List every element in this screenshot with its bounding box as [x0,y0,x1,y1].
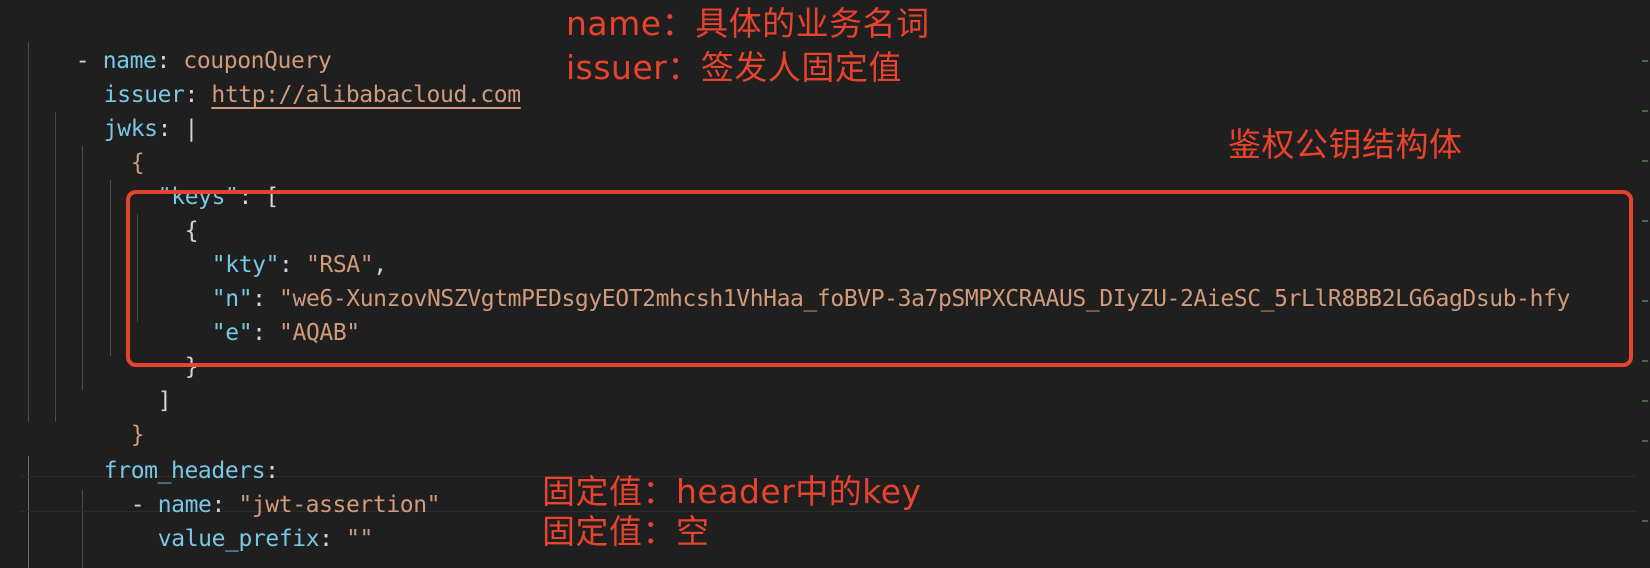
code-line-1[interactable]: - name: couponQuery [22,9,332,74]
code-line-2[interactable]: issuer: http://alibabacloud.com [50,43,521,108]
code-line-5[interactable]: "keys": [ [104,145,279,210]
code-line-12[interactable]: } [77,383,145,448]
keys-highlight-box [126,190,1633,367]
scrollbar[interactable] [1636,0,1650,568]
code-line-3[interactable]: jwks: | [50,77,199,142]
minimap-mark [1642,360,1648,362]
annotation-name: name：具体的业务名词 [566,4,930,43]
code-line-4[interactable]: { [77,111,145,176]
annotation-keys: 鉴权公钥结构体 [1228,125,1463,164]
minimap-mark [1642,110,1648,112]
annotation-issuer: issuer：签发人固定值 [566,48,902,87]
code-editor[interactable]: - name: couponQuery issuer: http://aliba… [0,0,1650,568]
minimap-mark [1642,60,1648,62]
indent-guide [28,456,29,568]
code-line-14[interactable]: - name: "jwt-assertion" [77,453,441,518]
minimap-mark [1642,520,1648,522]
issuer-link[interactable]: http://alibabacloud.com [211,82,521,108]
code-line-13[interactable]: from_headers: [50,419,279,484]
minimap-mark [1642,300,1648,302]
annotation-prefix: 固定值：空 [542,512,710,551]
minimap-mark [1642,440,1648,442]
annotation-header: 固定值：header中的key [542,472,922,511]
minimap-mark [1642,400,1648,402]
code-line-15[interactable]: value_prefix: "" [104,487,374,552]
minimap-mark [1642,220,1648,222]
minimap-mark [1642,160,1648,162]
